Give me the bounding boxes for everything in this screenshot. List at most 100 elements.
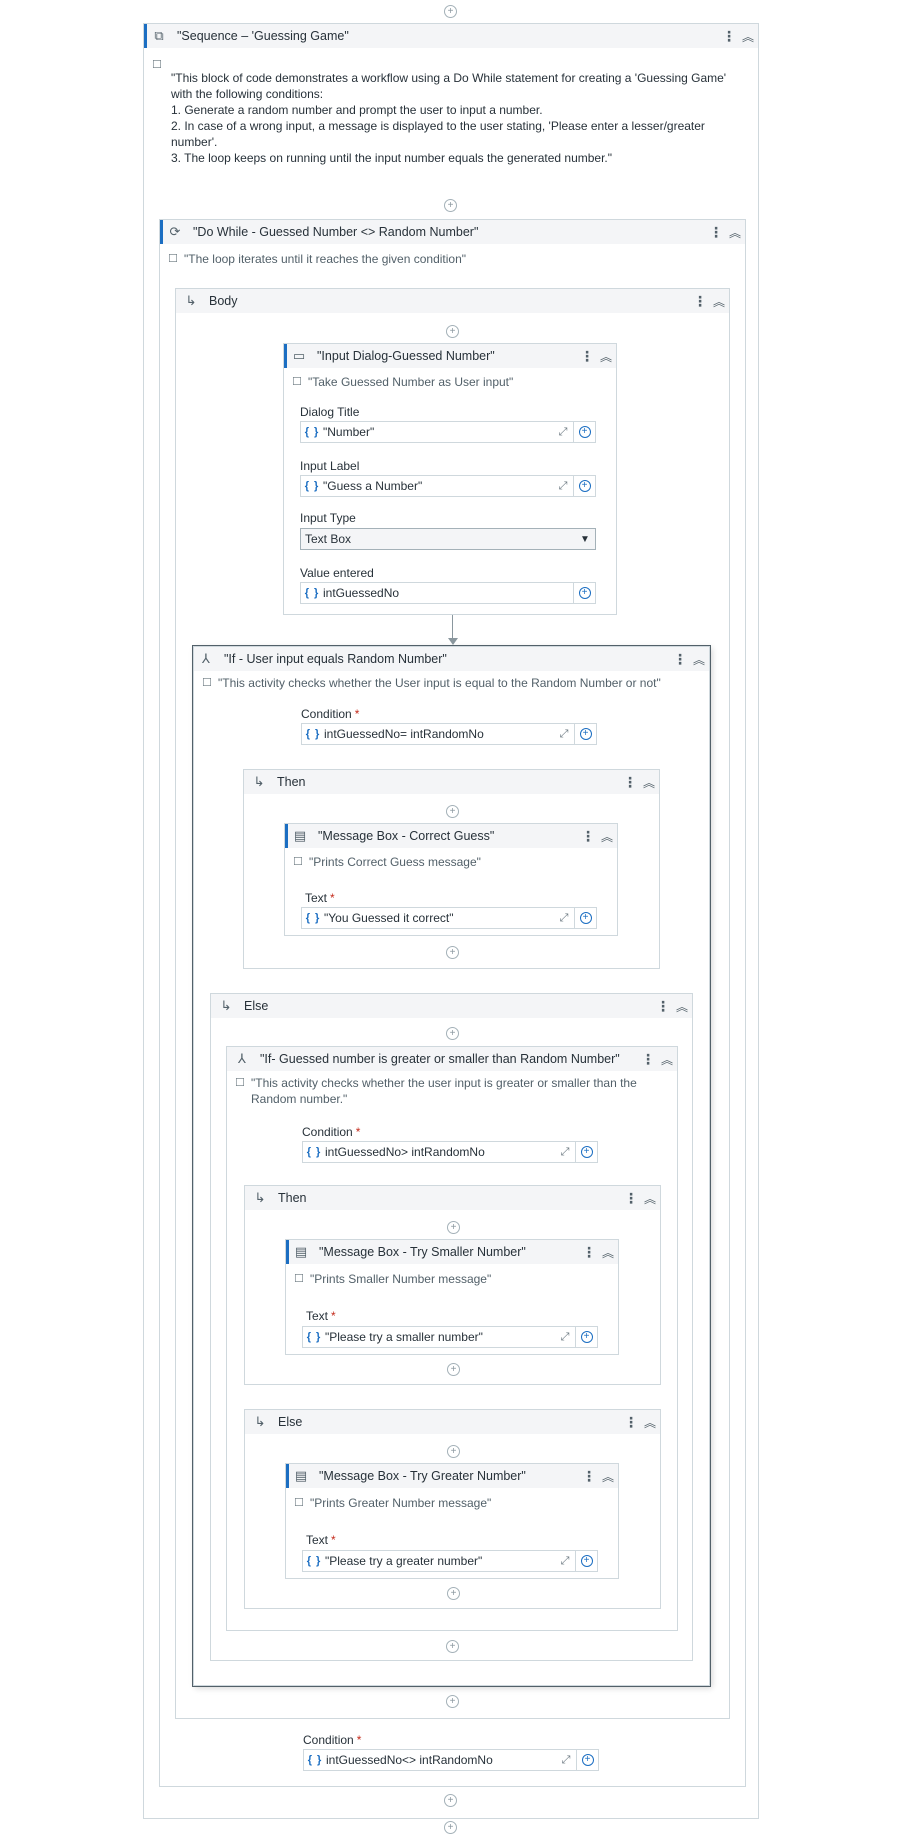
if-inner-condition-field[interactable]: { } intGuessedNo> intRandomNo ⤢ + bbox=[302, 1141, 598, 1163]
inner-else-container: ↳ Else ⋮ ︽ + ▤ "Message Box - Try Greate… bbox=[244, 1409, 661, 1609]
annotation-icon: ☐ bbox=[202, 677, 212, 689]
collapse-icon[interactable]: ︽ bbox=[596, 348, 616, 365]
expand-icon[interactable]: ⤢ bbox=[553, 480, 573, 493]
collapse-icon[interactable]: ︽ bbox=[725, 224, 745, 241]
msg-greater-text-field[interactable]: { } "Please try a greater number" ⤢ + bbox=[302, 1550, 598, 1572]
add-activity-plus-icon[interactable]: + bbox=[446, 1695, 459, 1708]
kebab-menu-icon[interactable]: ⋮ bbox=[639, 1051, 657, 1068]
kebab-menu-icon[interactable]: ⋮ bbox=[580, 1244, 598, 1261]
add-variable-icon[interactable]: + bbox=[575, 1142, 597, 1162]
then-header[interactable]: ↳ Then ⋮ ︽ bbox=[244, 770, 659, 794]
input-label-label: Input Label bbox=[300, 459, 360, 473]
braces-icon: { } bbox=[306, 1331, 322, 1343]
kebab-menu-icon[interactable]: ⋮ bbox=[671, 651, 689, 668]
kebab-menu-icon[interactable]: ⋮ bbox=[621, 774, 639, 791]
expand-icon[interactable]: ⤢ bbox=[553, 426, 573, 439]
add-activity-plus-icon[interactable]: + bbox=[447, 1587, 460, 1600]
kebab-menu-icon[interactable]: ⋮ bbox=[580, 1468, 598, 1485]
expand-icon[interactable]: ⤢ bbox=[554, 728, 574, 741]
msg-greater-annotation[interactable]: ☐ "Prints Greater Number message" bbox=[294, 1495, 491, 1511]
kebab-menu-icon[interactable]: ⋮ bbox=[578, 348, 596, 365]
input-dialog-header[interactable]: ▭ "Input Dialog-Guessed Number" ⋮ ︽ bbox=[284, 344, 616, 368]
if-outer-header[interactable]: ⅄ "If - User input equals Random Number"… bbox=[194, 647, 709, 671]
add-variable-icon[interactable]: + bbox=[573, 583, 595, 603]
expand-icon[interactable]: ⤢ bbox=[555, 1555, 575, 1568]
do-while-annotation[interactable]: ☐ "The loop iterates until it reaches th… bbox=[168, 251, 466, 267]
if-inner-header[interactable]: ⅄ "If- Guessed number is greater or smal… bbox=[227, 1047, 677, 1071]
do-while-condition-field[interactable]: { } intGuessedNo<> intRandomNo ⤢ + bbox=[303, 1749, 599, 1771]
msg-correct-header[interactable]: ▤ "Message Box - Correct Guess" ⋮ ︽ bbox=[285, 824, 617, 848]
add-activity-plus-icon[interactable]: + bbox=[447, 1221, 460, 1234]
inner-else-header[interactable]: ↳ Else ⋮ ︽ bbox=[245, 1410, 660, 1434]
collapse-icon[interactable]: ︽ bbox=[709, 293, 729, 310]
collapse-icon[interactable]: ︽ bbox=[598, 1468, 618, 1485]
message-box-icon: ▤ bbox=[294, 1468, 308, 1483]
body-header[interactable]: ↳ Body ⋮ ︽ bbox=[176, 289, 729, 313]
expand-icon[interactable]: ⤢ bbox=[555, 1331, 575, 1344]
collapse-icon[interactable]: ︽ bbox=[639, 774, 659, 791]
collapse-icon[interactable]: ︽ bbox=[640, 1414, 660, 1431]
add-variable-icon[interactable]: + bbox=[576, 1750, 598, 1770]
collapse-icon[interactable]: ︽ bbox=[738, 28, 758, 45]
msg-correct-annotation[interactable]: ☐ "Prints Correct Guess message" bbox=[293, 854, 481, 870]
if-outer-condition-field[interactable]: { } intGuessedNo= intRandomNo ⤢ + bbox=[301, 723, 597, 745]
kebab-menu-icon[interactable]: ⋮ bbox=[654, 998, 672, 1015]
input-dialog-title: "Input Dialog-Guessed Number" bbox=[317, 349, 495, 363]
connector-line bbox=[452, 615, 453, 639]
if-inner-annotation[interactable]: ☐ "This activity checks whether the user… bbox=[235, 1075, 665, 1107]
collapse-icon[interactable]: ︽ bbox=[598, 1244, 618, 1261]
add-variable-icon[interactable]: + bbox=[575, 1551, 597, 1571]
add-variable-icon[interactable]: + bbox=[574, 908, 596, 928]
add-variable-icon[interactable]: + bbox=[575, 1327, 597, 1347]
kebab-menu-icon[interactable]: ⋮ bbox=[707, 224, 725, 241]
value-entered-field[interactable]: { } intGuessedNo + bbox=[300, 582, 596, 604]
add-activity-plus-icon[interactable]: + bbox=[444, 1794, 457, 1807]
kebab-menu-icon[interactable]: ⋮ bbox=[579, 828, 597, 845]
collapse-icon[interactable]: ︽ bbox=[689, 651, 709, 668]
expand-icon[interactable]: ⤢ bbox=[556, 1754, 576, 1767]
sequence-header[interactable]: ⧉ "Sequence – 'Guessing Game" ⋮ ︽ bbox=[144, 24, 758, 48]
collapse-icon[interactable]: ︽ bbox=[597, 828, 617, 845]
kebab-menu-icon[interactable]: ⋮ bbox=[622, 1414, 640, 1431]
branch-icon: ↳ bbox=[185, 293, 197, 308]
do-while-header[interactable]: ⟳ "Do While - Guessed Number <> Random N… bbox=[160, 220, 745, 244]
expand-icon[interactable]: ⤢ bbox=[555, 1146, 575, 1159]
message-box-icon: ▤ bbox=[294, 1244, 308, 1259]
input-label-field[interactable]: { } "Guess a Number" ⤢ + bbox=[300, 475, 596, 497]
input-type-select[interactable]: Text Box ▼ bbox=[300, 528, 596, 550]
if-outer-annotation[interactable]: ☐ "This activity checks whether the User… bbox=[202, 675, 661, 691]
dialog-title-field[interactable]: { } "Number" ⤢ + bbox=[300, 421, 596, 443]
expand-icon[interactable]: ⤢ bbox=[554, 912, 574, 925]
add-activity-plus-icon[interactable]: + bbox=[447, 1445, 460, 1458]
add-activity-plus-icon[interactable]: + bbox=[446, 1027, 459, 1040]
add-variable-icon[interactable]: + bbox=[573, 422, 595, 442]
else-header[interactable]: ↳ Else ⋮ ︽ bbox=[211, 994, 692, 1018]
add-variable-icon[interactable]: + bbox=[573, 476, 595, 496]
add-activity-plus-icon[interactable]: + bbox=[444, 1821, 457, 1834]
msg-smaller-text-field[interactable]: { } "Please try a smaller number" ⤢ + bbox=[302, 1326, 598, 1348]
input-dialog-annotation[interactable]: ☐ "Take Guessed Number as User input" bbox=[292, 374, 513, 390]
add-activity-plus-icon[interactable]: + bbox=[446, 325, 459, 338]
msg-smaller-annotation[interactable]: ☐ "Prints Smaller Number message" bbox=[294, 1271, 491, 1287]
add-activity-plus-icon[interactable]: + bbox=[446, 805, 459, 818]
add-activity-plus-icon[interactable]: + bbox=[444, 5, 457, 18]
collapse-icon[interactable]: ︽ bbox=[672, 998, 692, 1015]
sequence-annotation-icon[interactable]: ☐ bbox=[152, 57, 168, 73]
kebab-menu-icon[interactable]: ⋮ bbox=[691, 293, 709, 310]
kebab-menu-icon[interactable]: ⋮ bbox=[720, 28, 738, 45]
add-activity-plus-icon[interactable]: + bbox=[446, 1640, 459, 1653]
msg-smaller-header[interactable]: ▤ "Message Box - Try Smaller Number" ⋮ ︽ bbox=[286, 1240, 618, 1264]
add-variable-icon[interactable]: + bbox=[574, 724, 596, 744]
sequence-icon: ⧉ bbox=[154, 28, 164, 43]
msg-greater-header[interactable]: ▤ "Message Box - Try Greater Number" ⋮ ︽ bbox=[286, 1464, 618, 1488]
collapse-icon[interactable]: ︽ bbox=[657, 1051, 677, 1068]
kebab-menu-icon[interactable]: ⋮ bbox=[622, 1190, 640, 1207]
add-activity-plus-icon[interactable]: + bbox=[444, 199, 457, 212]
text-label: Text * bbox=[306, 1533, 336, 1547]
add-activity-plus-icon[interactable]: + bbox=[446, 946, 459, 959]
msg-correct-text-field[interactable]: { } "You Guessed it correct" ⤢ + bbox=[301, 907, 597, 929]
if-branch-icon: ⅄ bbox=[238, 1051, 246, 1066]
collapse-icon[interactable]: ︽ bbox=[640, 1190, 660, 1207]
inner-then-header[interactable]: ↳ Then ⋮ ︽ bbox=[245, 1186, 660, 1210]
add-activity-plus-icon[interactable]: + bbox=[447, 1363, 460, 1376]
